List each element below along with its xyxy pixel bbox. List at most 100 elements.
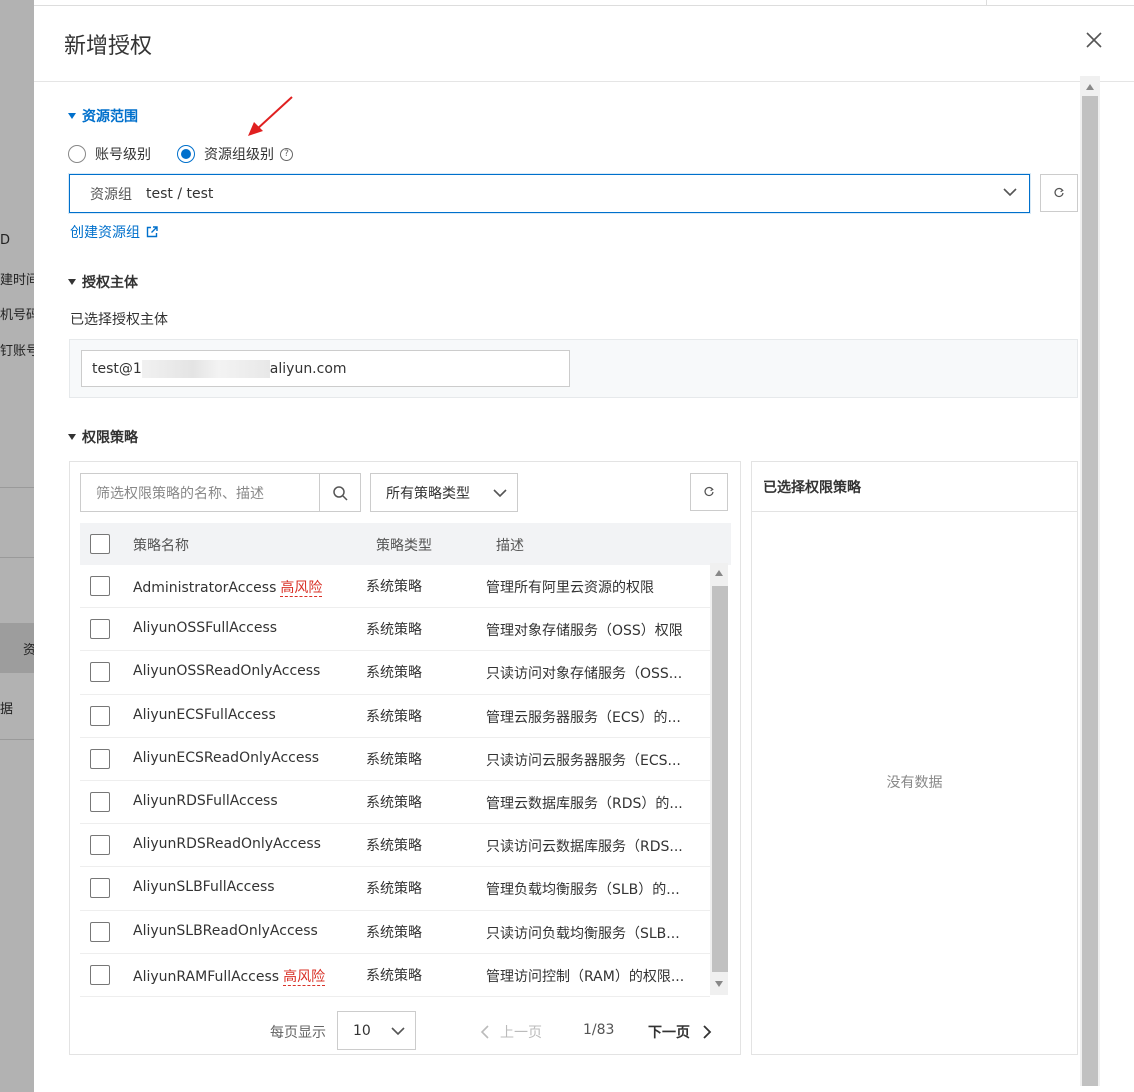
- row-checkbox[interactable]: [90, 576, 110, 596]
- policy-type-cell: 系统策略: [366, 665, 422, 682]
- table-body: AdministratorAccess 高风险 系统策略 管理所有阿里云资源的权限 Al…: [80, 565, 731, 997]
- column-header-name: 策略名称: [133, 538, 189, 554]
- radio-resource-group-level[interactable]: 资源组级别 ?: [177, 144, 293, 164]
- table-row[interactable]: AdministratorAccess 高风险 系统策略 管理所有阿里云资源的权限: [80, 565, 710, 609]
- table-row[interactable]: AliyunOSSReadOnlyAccess 系统策略 只读访问对象存储服务（OS…: [80, 651, 710, 695]
- policy-type-select[interactable]: 所有策略类型: [370, 473, 518, 512]
- resource-group-select[interactable]: 资源组 test / test: [69, 174, 1030, 213]
- column-header-type: 策略类型: [376, 538, 432, 554]
- scroll-up-icon[interactable]: [1086, 84, 1094, 90]
- table-row[interactable]: AliyunRAMFullAccess 高风险 系统策略 管理访问控制（RAM）的权限…: [80, 954, 710, 997]
- search-icon: [333, 485, 348, 501]
- resource-scope-section-toggle[interactable]: 资源范围: [68, 106, 138, 126]
- annotation-arrow-icon: [248, 96, 293, 136]
- policy-name-cell: AliyunOSSFullAccess: [133, 620, 277, 636]
- table-row[interactable]: AliyunECSFullAccess 系统策略 管理云服务器服务（ECS）的...: [80, 695, 710, 738]
- high-risk-badge[interactable]: 高风险: [280, 580, 323, 597]
- chevron-down-icon: [1003, 188, 1017, 197]
- refresh-resource-group-button[interactable]: [1040, 174, 1078, 212]
- row-checkbox[interactable]: [90, 921, 110, 942]
- table-row[interactable]: AliyunRDSReadOnlyAccess 系统策略 只读访问云数据库服务（RD…: [80, 824, 710, 868]
- bg-fragment: 建时间: [0, 273, 34, 288]
- bg-divider: [0, 739, 34, 740]
- principal-suffix: aliyun.com: [269, 360, 347, 377]
- select-value: test / test: [146, 185, 214, 202]
- table-row[interactable]: AliyunSLBReadOnlyAccess 系统策略 只读访问负载均衡服务（SL…: [80, 911, 710, 954]
- empty-state: 没有数据: [886, 775, 943, 791]
- bg-fragment: 资: [23, 643, 34, 658]
- policy-name-cell: AliyunSLBFullAccess: [133, 879, 275, 895]
- table-row[interactable]: AliyunSLBFullAccess 系统策略 管理负载均衡服务（SLB）的...: [80, 867, 710, 911]
- radio-label: 资源组级别: [204, 147, 274, 163]
- external-link-icon: [146, 226, 158, 238]
- policy-type-cell: 系统策略: [366, 751, 422, 768]
- table-scrollbar-thumb[interactable]: [712, 586, 728, 972]
- row-checkbox[interactable]: [90, 662, 110, 683]
- principal-section-toggle[interactable]: 授权主体: [68, 272, 138, 292]
- caret-down-icon: [68, 279, 76, 285]
- policy-table: 策略名称 策略类型 描述 AdministratorAccess 高风险 系统策略管…: [80, 523, 731, 997]
- row-checkbox[interactable]: [90, 705, 110, 726]
- table-row[interactable]: AliyunECSReadOnlyAccess 系统策略 只读访问云服务器服务（EC…: [80, 738, 710, 781]
- policy-desc-cell: 只读访问云数据库服务（RDS...: [486, 839, 683, 856]
- row-checkbox[interactable]: [90, 791, 110, 812]
- table-row[interactable]: AliyunRDSFullAccess 系统策略 管理云数据库服务（RDS）的...: [80, 781, 710, 825]
- policy-desc-cell: 管理访问控制（RAM）的权限...: [486, 968, 685, 985]
- policy-search-input[interactable]: 筛选权限策略的名称、描述: [80, 473, 361, 512]
- policy-name: AliyunOSSFullAccess: [133, 620, 278, 637]
- policy-name: AdministratorAccess: [133, 580, 277, 596]
- close-icon[interactable]: [1084, 30, 1104, 50]
- policy-desc-cell: 只读访问对象存储服务（OSS...: [486, 666, 683, 683]
- scroll-down-icon[interactable]: [715, 981, 723, 987]
- policy-type-cell: 系统策略: [366, 579, 422, 595]
- scope-radio-group: 账号级别 资源组级别 ?: [68, 144, 319, 164]
- policy-type-cell: 系统策略: [366, 622, 422, 639]
- bg-divider: [0, 487, 34, 488]
- search-button[interactable]: [319, 474, 360, 511]
- select-all-checkbox[interactable]: [90, 534, 110, 554]
- policy-name: AliyunECSReadOnlyAccess: [133, 749, 320, 766]
- drawer-scrollbar-thumb[interactable]: [1082, 96, 1098, 1086]
- policy-desc-cell: 只读访问云服务器服务（ECS...: [486, 752, 681, 769]
- chevron-left-icon: [480, 1025, 489, 1039]
- bg-header-block: 资: [0, 623, 34, 673]
- scroll-up-icon[interactable]: [715, 570, 723, 576]
- table-row[interactable]: AliyunOSSFullAccess 系统策略 管理对象存储服务（OSS）权限: [80, 608, 710, 652]
- policy-type-cell: 系统策略: [366, 708, 422, 725]
- policy-desc-cell: 只读访问负载均衡服务（SLB...: [486, 925, 680, 942]
- row-checkbox[interactable]: [90, 878, 110, 899]
- row-checkbox[interactable]: [90, 835, 110, 856]
- policy-list-panel: 筛选权限策略的名称、描述 所有策略类型 策略名称 策略类型 描述 Adminis…: [69, 461, 741, 1055]
- policy-type-cell: 系统策略: [366, 794, 422, 811]
- next-page-button[interactable]: 下一页: [648, 1022, 712, 1042]
- refresh-policies-button[interactable]: [690, 473, 728, 511]
- drawer-title: 新增授权: [64, 34, 153, 59]
- principal-title: 授权主体: [82, 275, 138, 291]
- policy-name: AliyunRAMFullAccess: [133, 968, 280, 985]
- bg-fragment: 据: [0, 702, 14, 717]
- policy-name-cell: AliyunOSSReadOnlyAccess: [133, 663, 320, 679]
- next-label: 下一页: [648, 1025, 690, 1041]
- create-resource-group-link[interactable]: 创建资源组: [70, 222, 158, 242]
- policies-section-toggle[interactable]: 权限策略: [68, 427, 138, 447]
- row-checkbox[interactable]: [90, 619, 110, 640]
- chevron-right-icon: [703, 1025, 712, 1039]
- redacted-region: [141, 359, 270, 378]
- policy-type-cell: 系统策略: [366, 881, 422, 898]
- refresh-icon: [1054, 187, 1064, 198]
- link-label: 创建资源组: [70, 225, 140, 241]
- row-checkbox[interactable]: [90, 964, 110, 985]
- row-checkbox[interactable]: [90, 748, 110, 769]
- policy-desc-cell: 管理云数据库服务（RDS）的...: [486, 795, 683, 812]
- policy-name-cell: AliyunSLBReadOnlyAccess: [133, 923, 318, 939]
- policy-desc-cell: 管理云服务器服务（ECS）的...: [486, 709, 681, 726]
- radio-account-level[interactable]: 账号级别: [68, 144, 151, 164]
- principal-field[interactable]: test@1 aliyun.com: [81, 350, 570, 387]
- help-icon[interactable]: ?: [280, 147, 293, 161]
- page-size-select[interactable]: 10: [337, 1011, 416, 1050]
- pagination: 每页显示 10 上一页 1/83 下一页: [70, 1002, 740, 1052]
- high-risk-badge[interactable]: 高风险: [283, 968, 326, 986]
- policy-name-cell: AdministratorAccess 高风险: [133, 577, 323, 597]
- prev-page-button[interactable]: 上一页: [480, 1022, 542, 1042]
- drawer-header: 新增授权: [34, 6, 1134, 82]
